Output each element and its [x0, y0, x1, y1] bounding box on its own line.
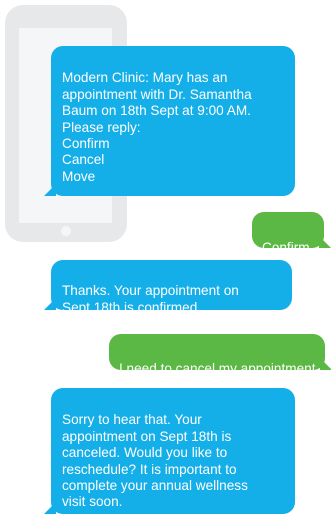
- message-text: Confirm: [262, 240, 310, 256]
- message-text: Thanks. Your appointment on Sept 18th is…: [62, 283, 239, 315]
- incoming-message-bubble: Sorry to hear that. Your appointment on …: [44, 388, 295, 514]
- outgoing-message-bubble: I need to cancel my appointment: [109, 334, 331, 376]
- bubble-tail: [44, 184, 56, 196]
- message-text: I need to cancel my appointment: [119, 361, 316, 377]
- message-text: Sorry to hear that. Your appointment on …: [62, 412, 248, 510]
- outgoing-message-bubble: Confirm: [252, 212, 331, 255]
- bubble-tail: [44, 502, 56, 514]
- incoming-message-bubble: Modern Clinic: Mary has an appointment w…: [44, 46, 295, 196]
- message-text: Modern Clinic: Mary has an appointment w…: [62, 70, 252, 184]
- bubble-tail: [44, 298, 56, 310]
- bubble-tail: [319, 236, 331, 248]
- incoming-message-bubble: Thanks. Your appointment on Sept 18th is…: [44, 260, 292, 315]
- phone-home-button: [61, 226, 71, 236]
- bubble-tail: [320, 358, 331, 370]
